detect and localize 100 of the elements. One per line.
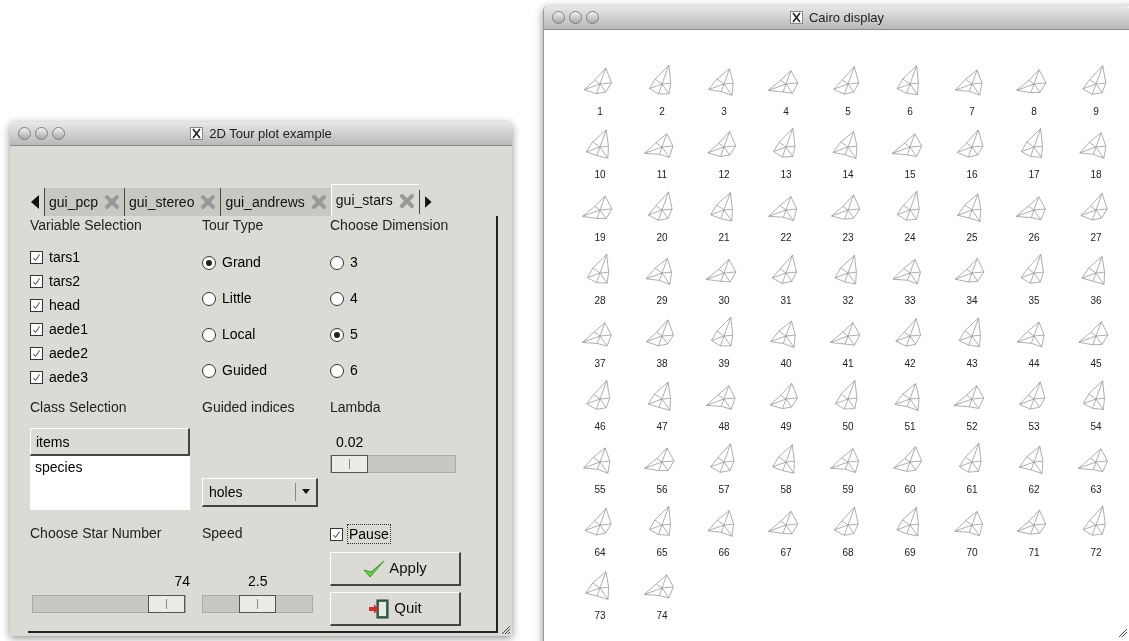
checkbox[interactable] bbox=[30, 346, 43, 360]
list-row[interactable]: species bbox=[30, 456, 190, 476]
resize-grip-icon[interactable] bbox=[499, 623, 511, 635]
star-label: 57 bbox=[718, 484, 730, 496]
slider-reading: 74 bbox=[174, 572, 190, 590]
checkmark-icon bbox=[32, 276, 41, 286]
star-label: 29 bbox=[656, 295, 668, 307]
list-column-header[interactable]: items bbox=[30, 428, 190, 456]
scroll-right-icon[interactable] bbox=[418, 190, 433, 214]
window-control-button[interactable] bbox=[18, 127, 31, 140]
window-title: 2D Tour plot example bbox=[209, 124, 332, 143]
window-control-button[interactable] bbox=[569, 11, 582, 24]
radio-button[interactable] bbox=[202, 291, 216, 306]
star-label: 52 bbox=[966, 421, 978, 433]
star-label: 45 bbox=[1090, 358, 1102, 370]
window-control-button[interactable] bbox=[35, 127, 48, 140]
radio-label: 3 bbox=[350, 254, 358, 271]
star-label: 56 bbox=[656, 484, 668, 496]
tab[interactable]: gui_andrews bbox=[220, 188, 331, 216]
slider-track[interactable] bbox=[330, 455, 456, 473]
checkmark-icon bbox=[32, 372, 41, 382]
checkbox[interactable] bbox=[30, 274, 43, 288]
window-control-button[interactable] bbox=[586, 11, 599, 24]
tab[interactable]: gui_stereo bbox=[124, 188, 221, 216]
star-label: 30 bbox=[718, 295, 730, 307]
star-label: 72 bbox=[1090, 547, 1102, 559]
slider-track[interactable] bbox=[32, 595, 186, 613]
star-label: 36 bbox=[1090, 295, 1102, 307]
resize-grip-icon[interactable] bbox=[1116, 626, 1128, 638]
checkbox[interactable] bbox=[30, 250, 43, 264]
radio-button[interactable] bbox=[330, 255, 344, 270]
radio-label: Guided bbox=[222, 362, 268, 379]
star-label: 44 bbox=[1028, 358, 1040, 370]
star-label: 62 bbox=[1028, 484, 1040, 496]
star-label: 24 bbox=[904, 232, 916, 244]
star-label: 32 bbox=[842, 295, 854, 307]
star-label: 28 bbox=[594, 295, 606, 307]
section-heading: Choose Star Number bbox=[30, 524, 163, 542]
star-label: 40 bbox=[780, 358, 792, 370]
radio-label: 4 bbox=[350, 290, 358, 307]
star-label: 21 bbox=[718, 232, 730, 244]
class-list[interactable]: items species bbox=[30, 428, 190, 510]
exit-door-icon bbox=[368, 598, 391, 619]
star-label: 1 bbox=[597, 106, 603, 118]
radio-label: 5 bbox=[350, 326, 358, 343]
radio-button[interactable] bbox=[202, 255, 216, 270]
radio-button[interactable] bbox=[202, 327, 216, 342]
star-label: 7 bbox=[969, 106, 975, 118]
tab[interactable]: gui_stars bbox=[330, 184, 419, 216]
scroll-left-icon[interactable] bbox=[30, 194, 40, 210]
checkbox-label: tars1 bbox=[49, 248, 81, 266]
radio-button[interactable] bbox=[330, 291, 344, 306]
star-label: 9 bbox=[1093, 106, 1099, 118]
slider-track[interactable] bbox=[202, 595, 313, 613]
star-label: 23 bbox=[842, 232, 854, 244]
action-button[interactable]: Apply bbox=[330, 552, 461, 586]
radio-button[interactable] bbox=[202, 363, 216, 378]
star-label: 64 bbox=[594, 547, 606, 559]
star-label: 60 bbox=[904, 484, 916, 496]
x-logo-icon bbox=[789, 11, 803, 24]
star-label: 54 bbox=[1090, 421, 1102, 433]
star-label: 14 bbox=[842, 169, 854, 181]
star-label: 3 bbox=[721, 106, 727, 118]
star-label: 49 bbox=[780, 421, 792, 433]
star-label: 48 bbox=[718, 421, 730, 433]
slider-thumb[interactable] bbox=[331, 455, 368, 473]
radio-button[interactable] bbox=[330, 363, 344, 378]
slider-thumb[interactable] bbox=[148, 595, 185, 613]
star-label: 59 bbox=[842, 484, 854, 496]
checkbox[interactable] bbox=[330, 527, 343, 541]
section-heading: Guided indices bbox=[202, 398, 296, 416]
star-label: 61 bbox=[966, 484, 978, 496]
checkbox[interactable] bbox=[30, 298, 43, 312]
star-label: 63 bbox=[1090, 484, 1102, 496]
checkmark-icon bbox=[32, 252, 41, 262]
checkmark-icon bbox=[32, 300, 41, 310]
star-label: 22 bbox=[780, 232, 792, 244]
star-label: 58 bbox=[780, 484, 792, 496]
star-label: 31 bbox=[780, 295, 792, 307]
star-label: 47 bbox=[656, 421, 668, 433]
index-dropdown[interactable]: holes bbox=[202, 478, 318, 507]
window-control-button[interactable] bbox=[552, 11, 565, 24]
star-label: 37 bbox=[594, 358, 606, 370]
slider-thumb[interactable] bbox=[239, 595, 276, 613]
action-button[interactable]: Quit bbox=[330, 592, 461, 626]
star-label: 50 bbox=[842, 421, 854, 433]
star-label: 19 bbox=[594, 232, 606, 244]
window-control-button[interactable] bbox=[52, 127, 65, 140]
tab[interactable]: gui_pcp bbox=[44, 188, 125, 216]
star-label: 17 bbox=[1028, 169, 1040, 181]
star-label: 4 bbox=[783, 106, 789, 118]
star-label: 6 bbox=[907, 106, 913, 118]
star-label: 20 bbox=[656, 232, 668, 244]
star-label: 70 bbox=[966, 547, 978, 559]
radio-label: Little bbox=[222, 290, 252, 307]
checkbox[interactable] bbox=[30, 370, 43, 384]
checkbox[interactable] bbox=[30, 322, 43, 336]
radio-button[interactable] bbox=[330, 327, 344, 342]
star-label: 43 bbox=[966, 358, 978, 370]
slider-reading: 0.02 bbox=[336, 433, 365, 451]
